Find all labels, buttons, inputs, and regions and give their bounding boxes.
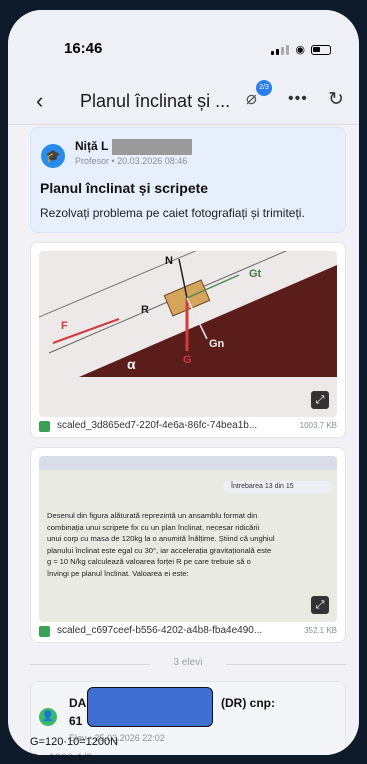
student-name-suffix: (DR) cnp:	[221, 696, 275, 710]
status-time: 16:46	[64, 40, 103, 57]
student-id-prefix: 61	[69, 714, 83, 728]
image-file-icon	[39, 626, 50, 637]
student-name-prefix: DA	[69, 696, 87, 710]
attachment-card[interactable]: Întrebarea 13 din 15 Desenul din figura …	[30, 447, 346, 643]
content-scroll[interactable]: 🎓 Niță L Profesor • 20.03.2026 08:46 Pla…	[8, 125, 359, 755]
question-counter: Întrebarea 13 din 15	[223, 481, 333, 493]
post-meta: Profesor • 20.03.2026 08:46	[75, 156, 188, 166]
status-bar: 16:46 ◉	[8, 10, 359, 80]
question-line: învingi pe planul înclinat. Valoarea ei …	[47, 568, 189, 578]
expand-icon[interactable]: ⤢	[311, 596, 329, 614]
author-name: Niță L	[75, 139, 109, 154]
question-line: unui corp cu masa de 120kg la o anumită …	[47, 534, 275, 543]
image-file-icon	[39, 421, 50, 432]
attachment-count-badge: 2/3	[256, 80, 272, 96]
attachment-filename[interactable]: scaled_c697ceef-b556-4202-a4b8-fba4e490.…	[57, 625, 277, 636]
answer-text: G₁=1200·1/2	[30, 752, 93, 764]
force-label-f: F	[61, 320, 68, 332]
question-line: planului înclinat este egal cu 30°, iar …	[47, 545, 272, 555]
phone-screen: 16:46 ◉ ‹ Planul înclinat și ... ⌀ 2/3 •…	[8, 10, 359, 755]
teacher-avatar-icon: 🎓	[41, 144, 65, 168]
post-title: Planul înclinat și scripete	[40, 180, 209, 196]
assignment-post: 🎓 Niță L Profesor • 20.03.2026 08:46 Pla…	[30, 127, 346, 233]
question-photo[interactable]: Întrebarea 13 din 15 Desenul din figura …	[39, 456, 337, 622]
expand-icon[interactable]: ⤢	[311, 391, 329, 409]
force-label-gn: Gn	[209, 338, 225, 350]
signal-icon	[271, 44, 290, 55]
force-label-g: G	[183, 354, 192, 366]
redacted-name	[112, 139, 193, 155]
wifi-icon: ◉	[295, 44, 305, 56]
battery-icon	[311, 44, 331, 55]
question-line: combinația unui scripete fix cu un plan …	[47, 522, 260, 532]
chevron-left-icon[interactable]: ‹	[36, 88, 43, 114]
question-line: g ≈ 10 N/kg calculează valoarea forței R…	[47, 557, 251, 566]
nav-bar: ‹ Planul înclinat și ... ⌀ 2/3 ••• ↻	[8, 80, 359, 125]
paperclip-icon[interactable]: ⌀	[246, 88, 257, 109]
student-avatar-icon: 👤	[39, 708, 57, 726]
question-line: Desenul din figura alăturată reprezintă …	[47, 511, 258, 520]
angle-label: α	[127, 356, 136, 372]
attachment-card[interactable]: N Gt R F G Gn α ⤢ scaled_3d865ed7-220f-4…	[30, 242, 346, 438]
refresh-icon[interactable]: ↻	[328, 88, 344, 111]
force-label-gt: Gt	[249, 268, 262, 280]
attachment-filename[interactable]: scaled_3d865ed7-220f-4e6a-86fc-74bea1b..…	[57, 420, 277, 431]
redacted-student-name	[87, 687, 213, 727]
attachment-size: 1003.7 KB	[299, 421, 337, 430]
students-divider: 3 elevi	[30, 657, 346, 671]
more-icon[interactable]: •••	[288, 90, 308, 108]
force-label-r: R	[141, 304, 149, 316]
post-body: Rezolvați problema pe caiet fotografiați…	[40, 206, 305, 220]
inclined-plane-photo[interactable]: N Gt R F G Gn α ⤢	[39, 251, 337, 417]
answer-text: G=120·10=1200N	[30, 736, 119, 748]
page-title: Planul înclinat și ...	[80, 91, 231, 111]
force-label-n: N	[165, 255, 173, 267]
attachment-size: 352.1 KB	[304, 626, 337, 635]
